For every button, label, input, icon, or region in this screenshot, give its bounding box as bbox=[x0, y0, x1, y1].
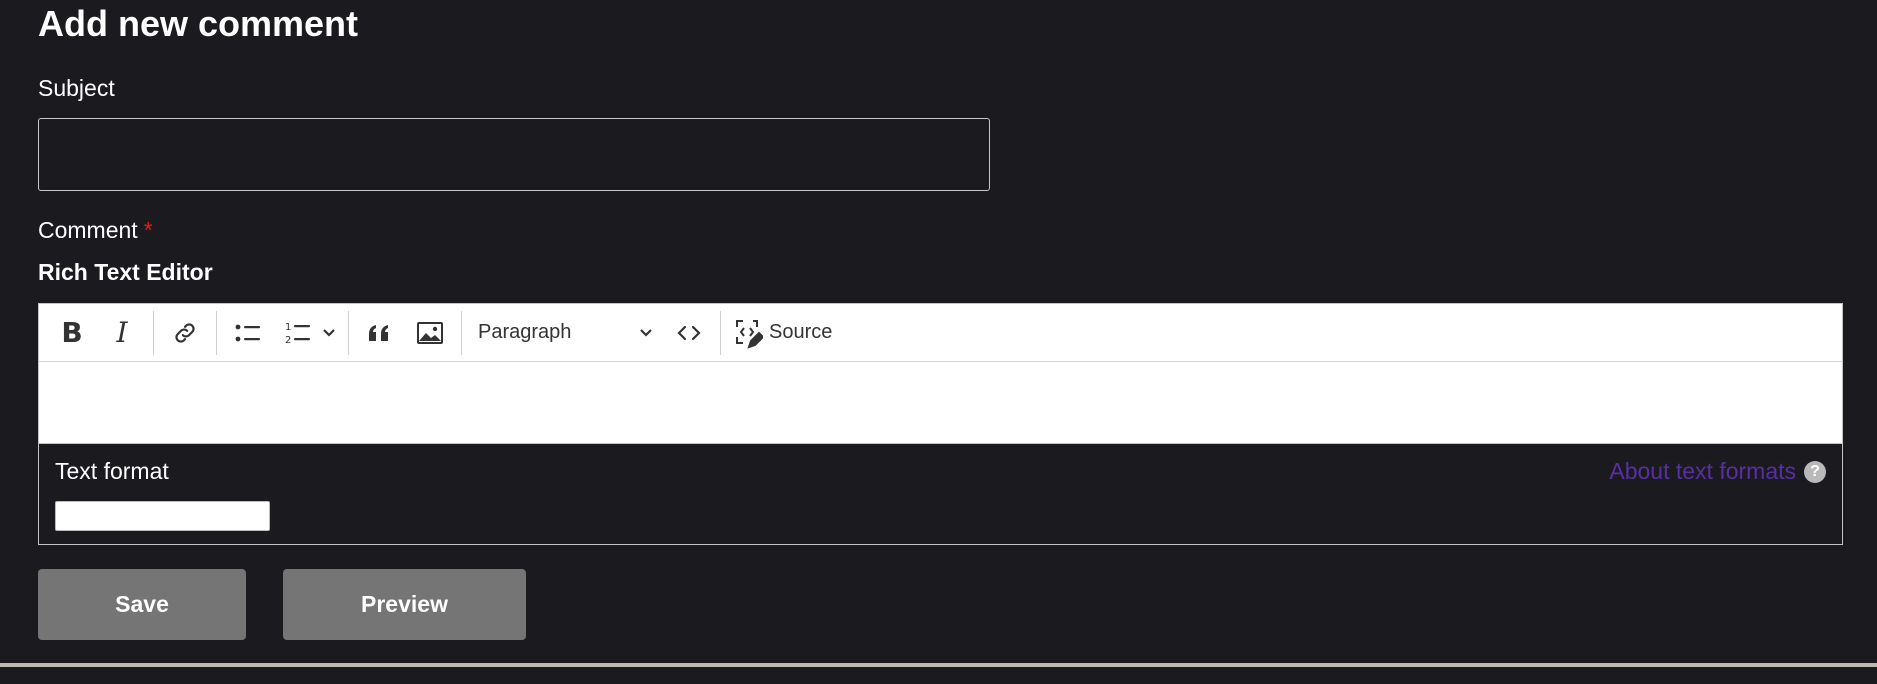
preview-button[interactable]: Preview bbox=[283, 569, 526, 640]
svg-text:2: 2 bbox=[285, 335, 291, 346]
subject-label: Subject bbox=[38, 75, 115, 101]
bulleted-list-icon bbox=[235, 324, 260, 341]
link-icon bbox=[175, 322, 195, 343]
code-icon bbox=[677, 325, 701, 340]
comment-label: Comment * bbox=[38, 217, 153, 244]
rich-text-editor: B I 1 2 Paragraph Source bbox=[38, 303, 1843, 444]
numbered-list-dropdown[interactable] bbox=[319, 311, 339, 355]
about-text-formats-link[interactable]: About text formats ? bbox=[1609, 458, 1826, 485]
toolbar-separator bbox=[348, 310, 349, 355]
toolbar-separator bbox=[461, 310, 462, 355]
page-title: Add new comment bbox=[38, 3, 359, 44]
source-button-label: Source bbox=[769, 321, 833, 343]
toolbar-separator bbox=[153, 310, 154, 355]
text-format-select[interactable] bbox=[55, 501, 270, 531]
comment-editor-area[interactable] bbox=[39, 362, 1842, 444]
about-text-formats-label: About text formats bbox=[1609, 458, 1796, 484]
svg-text:1: 1 bbox=[285, 322, 291, 333]
text-format-section: Text format About text formats ? bbox=[38, 444, 1843, 545]
bulleted-list-button[interactable] bbox=[226, 311, 270, 355]
text-format-label: Text format bbox=[55, 458, 169, 484]
chevron-down-icon bbox=[323, 328, 335, 337]
toolbar-separator bbox=[216, 310, 217, 355]
quote-icon bbox=[369, 324, 388, 341]
editor-toolbar: B I 1 2 Paragraph Source bbox=[39, 304, 1842, 362]
toolbar-separator bbox=[720, 310, 721, 355]
insert-image-button[interactable] bbox=[408, 311, 452, 355]
save-button[interactable]: Save bbox=[38, 569, 246, 640]
help-icon: ? bbox=[1804, 460, 1826, 483]
code-button[interactable] bbox=[667, 311, 711, 355]
italic-button[interactable]: I bbox=[100, 311, 144, 355]
source-button[interactable]: Source bbox=[727, 317, 838, 349]
comment-label-text: Comment bbox=[38, 217, 138, 243]
chevron-down-icon bbox=[640, 328, 652, 337]
block-quote-button[interactable] bbox=[358, 311, 402, 355]
rich-text-editor-label: Rich Text Editor bbox=[38, 259, 213, 285]
subject-input[interactable] bbox=[38, 118, 990, 191]
source-edit-icon bbox=[736, 319, 763, 349]
heading-dropdown[interactable]: Paragraph bbox=[468, 311, 664, 355]
required-marker: * bbox=[143, 217, 153, 243]
bottom-divider bbox=[0, 663, 1877, 667]
bold-button[interactable]: B bbox=[50, 311, 94, 355]
image-icon bbox=[417, 321, 443, 344]
numbered-list-icon: 1 2 bbox=[285, 322, 310, 346]
numbered-list-button[interactable]: 1 2 bbox=[276, 311, 320, 355]
link-button[interactable] bbox=[163, 311, 207, 355]
heading-dropdown-value: Paragraph bbox=[478, 321, 572, 343]
